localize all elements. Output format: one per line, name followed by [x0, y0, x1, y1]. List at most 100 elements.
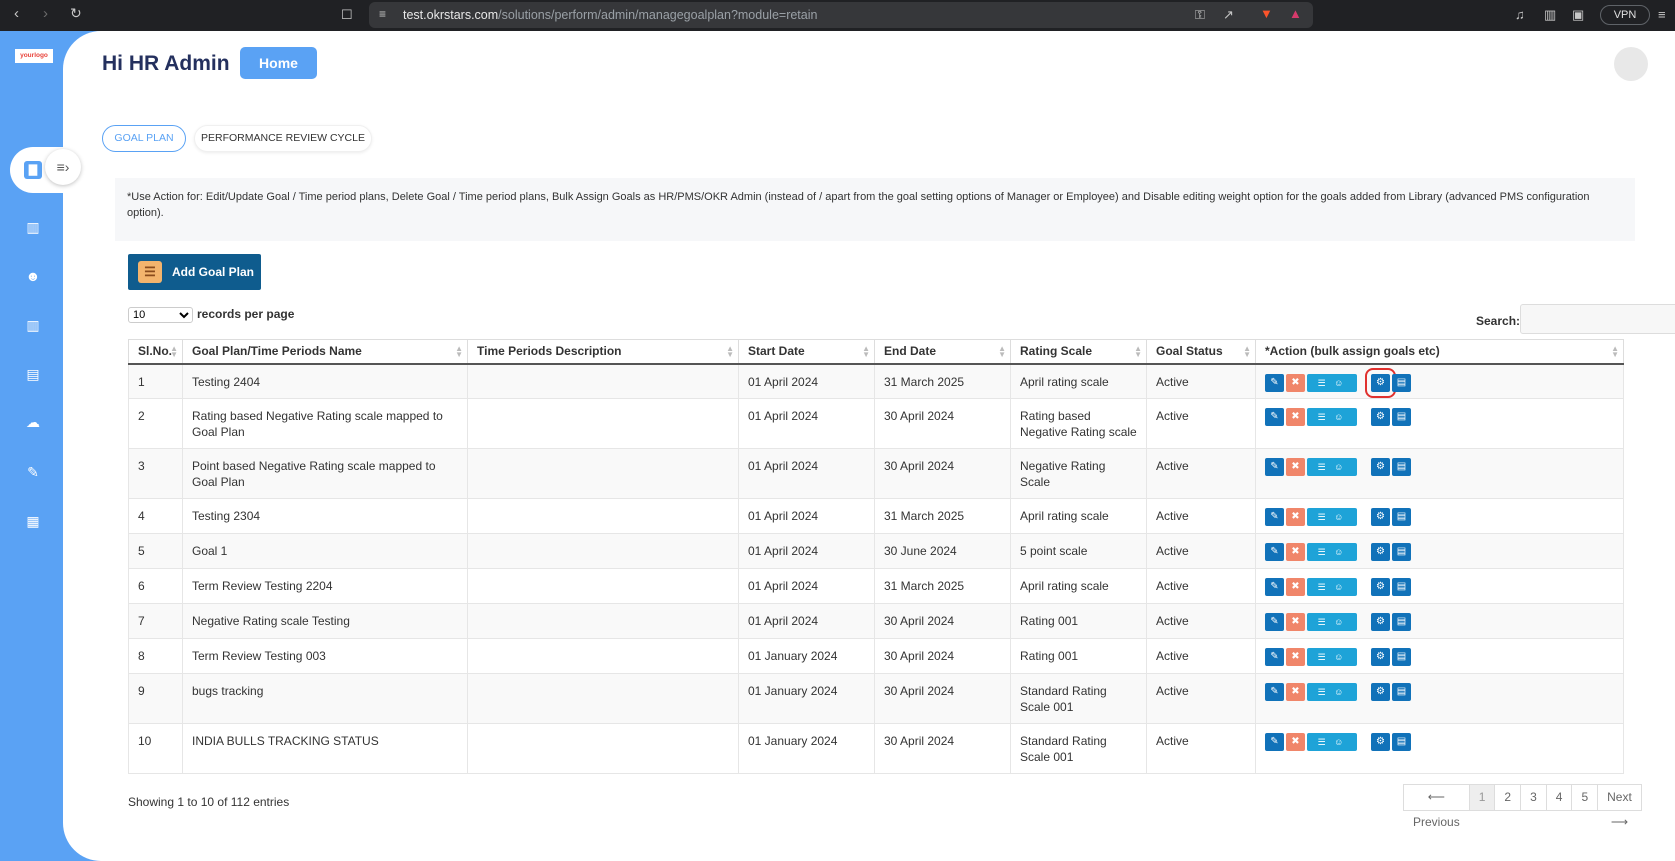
bulk-assign-icon[interactable]: ☰ ☺ [1307, 683, 1357, 701]
search-input[interactable] [1520, 304, 1675, 334]
page-button-3[interactable]: 3 [1520, 784, 1547, 811]
page-button-1[interactable]: 1 [1468, 784, 1496, 811]
delete-icon[interactable]: ✖ [1286, 613, 1305, 631]
add-goal-plan-button[interactable]: ☰ Add Goal Plan [128, 254, 261, 290]
reload-icon[interactable]: ↻ [70, 5, 82, 22]
delete-icon[interactable]: ✖ [1286, 543, 1305, 561]
bulk-assign-icon[interactable]: ☰ ☺ [1307, 613, 1357, 631]
document-icon[interactable]: ▤ [1392, 733, 1411, 751]
address-bar[interactable]: ≡ test.okrstars.com/solutions/perform/ad… [369, 2, 1313, 28]
edit-icon[interactable]: ✎ [1265, 458, 1284, 476]
table-row: 4 Testing 2304 01 April 2024 31 March 2025 A… [128, 498, 1624, 534]
delete-icon[interactable]: ✖ [1286, 408, 1305, 426]
previous-page-button[interactable]: ⟵ Previous [1403, 784, 1470, 829]
page-button-4[interactable]: 4 [1545, 784, 1573, 811]
document-icon[interactable]: ▤ [1392, 683, 1411, 701]
delete-icon[interactable]: ✖ [1286, 683, 1305, 701]
action-note: *Use Action for: Edit/Update Goal / Time… [115, 178, 1635, 241]
wallet-icon[interactable]: ▣ [1572, 7, 1584, 23]
settings-icon[interactable]: ⚙ [1371, 613, 1390, 631]
settings-icon[interactable]: ⚙ [1365, 367, 1396, 398]
column-header[interactable]: Time Periods Description ▲ ▼ [467, 339, 739, 365]
delete-icon[interactable]: ✖ [1286, 578, 1305, 596]
bulk-assign-icon[interactable]: ☰ ☺ [1307, 373, 1357, 392]
next-page-button[interactable]: Next ⟶ [1597, 784, 1642, 829]
edit-icon[interactable]: ✎ [1265, 543, 1284, 561]
edit-icon[interactable]: ✎ [1265, 648, 1284, 666]
edit-icon[interactable]: ✎ [1265, 683, 1284, 701]
delete-icon[interactable]: ✖ [1286, 458, 1305, 476]
column-header[interactable]: Start Date ▲ ▼ [738, 339, 875, 365]
column-header[interactable]: End Date ▲ ▼ [874, 339, 1011, 365]
plan-name-cell: Goal 1 [182, 533, 468, 569]
sidebar-toggle-icon[interactable]: ≡› [45, 149, 81, 185]
delete-icon[interactable]: ✖ [1286, 648, 1305, 666]
delete-icon[interactable]: ✖ [1286, 733, 1305, 751]
back-icon[interactable]: ‹ [14, 5, 19, 22]
brave-shield-icon[interactable]: ▼ [1260, 6, 1273, 21]
brave-rewards-icon[interactable]: ▲ [1289, 6, 1302, 21]
sidebar-users-icon[interactable]: ☻ [24, 267, 42, 285]
start-date-cell: 01 January 2024 [738, 638, 875, 674]
bulk-assign-icon[interactable]: ☰ ☺ [1307, 648, 1357, 666]
column-header[interactable]: Rating Scale ▲ ▼ [1010, 339, 1147, 365]
vpn-button[interactable]: VPN [1600, 5, 1650, 25]
bulk-assign-icon[interactable]: ☰ ☺ [1307, 733, 1357, 751]
edit-icon[interactable]: ✎ [1265, 373, 1284, 392]
edit-icon[interactable]: ✎ [1265, 408, 1284, 426]
sidebar-book-icon[interactable]: ▥ [24, 218, 42, 236]
document-icon[interactable]: ▤ [1392, 543, 1411, 561]
sidebar-panel-icon[interactable]: ▥ [1544, 7, 1556, 23]
edit-icon[interactable]: ✎ [1265, 733, 1284, 751]
media-icon[interactable]: ♫ [1515, 7, 1525, 22]
forward-icon[interactable]: › [43, 5, 48, 22]
delete-icon[interactable]: ✖ [1286, 508, 1305, 526]
column-header[interactable]: Goal Status ▲ ▼ [1146, 339, 1256, 365]
sidebar-review-icon[interactable]: ▥ [24, 316, 42, 334]
page-button-5[interactable]: 5 [1571, 784, 1599, 811]
sidebar-notes-icon[interactable]: ✎ [24, 463, 42, 481]
tab-goal-plan[interactable]: GOAL PLAN [102, 125, 186, 152]
sidebar-report-icon[interactable]: ▤ [24, 365, 42, 383]
page-button-2[interactable]: 2 [1494, 784, 1522, 811]
bulk-assign-icon[interactable]: ☰ ☺ [1307, 408, 1357, 426]
bulk-assign-icon[interactable]: ☰ ☺ [1307, 508, 1357, 526]
sl-no-cell: 2 [128, 398, 183, 449]
bulk-assign-icon[interactable]: ☰ ☺ [1307, 578, 1357, 596]
tab-performance-review-cycle[interactable]: PERFORMANCE REVIEW CYCLE [194, 125, 372, 152]
bulk-assign-icon[interactable]: ☰ ☺ [1307, 543, 1357, 561]
delete-icon[interactable]: ✖ [1286, 373, 1305, 392]
settings-icon[interactable]: ⚙ [1371, 408, 1390, 426]
document-icon[interactable]: ▤ [1392, 648, 1411, 666]
records-per-page-select[interactable]: 10 [128, 307, 193, 323]
column-header[interactable]: *Action (bulk assign goals etc) ▲ ▼ [1255, 339, 1624, 365]
edit-icon[interactable]: ✎ [1265, 508, 1284, 526]
share-icon[interactable]: ↗ [1223, 7, 1234, 23]
settings-icon[interactable]: ⚙ [1371, 508, 1390, 526]
settings-icon[interactable]: ⚙ [1371, 683, 1390, 701]
document-icon[interactable]: ▤ [1392, 508, 1411, 526]
bookmark-icon[interactable]: ☐ [341, 7, 353, 23]
sidebar-calendar-icon[interactable]: ▦ [24, 512, 42, 530]
document-icon[interactable]: ▤ [1392, 458, 1411, 476]
home-button[interactable]: Home [240, 47, 317, 79]
key-icon[interactable]: ⚿ [1195, 7, 1205, 23]
menu-icon[interactable]: ≡ [1658, 7, 1666, 22]
document-icon[interactable]: ▤ [1392, 373, 1411, 392]
settings-icon[interactable]: ⚙ [1371, 578, 1390, 596]
document-icon[interactable]: ▤ [1392, 613, 1411, 631]
column-header[interactable]: Goal Plan/Time Periods Name ▲ ▼ [182, 339, 468, 365]
avatar[interactable] [1614, 47, 1648, 81]
settings-icon[interactable]: ⚙ [1371, 648, 1390, 666]
column-header[interactable]: Sl.No. ▲ ▼ [128, 339, 183, 365]
settings-icon[interactable]: ⚙ [1371, 733, 1390, 751]
bulk-assign-icon[interactable]: ☰ ☺ [1307, 458, 1357, 476]
settings-icon[interactable]: ⚙ [1371, 543, 1390, 561]
edit-icon[interactable]: ✎ [1265, 578, 1284, 596]
document-icon[interactable]: ▤ [1392, 578, 1411, 596]
site-settings-icon[interactable]: ≡ [379, 7, 386, 21]
edit-icon[interactable]: ✎ [1265, 613, 1284, 631]
document-icon[interactable]: ▤ [1392, 408, 1411, 426]
settings-icon[interactable]: ⚙ [1371, 458, 1390, 476]
sidebar-feedback-icon[interactable]: ☁ [24, 413, 42, 431]
